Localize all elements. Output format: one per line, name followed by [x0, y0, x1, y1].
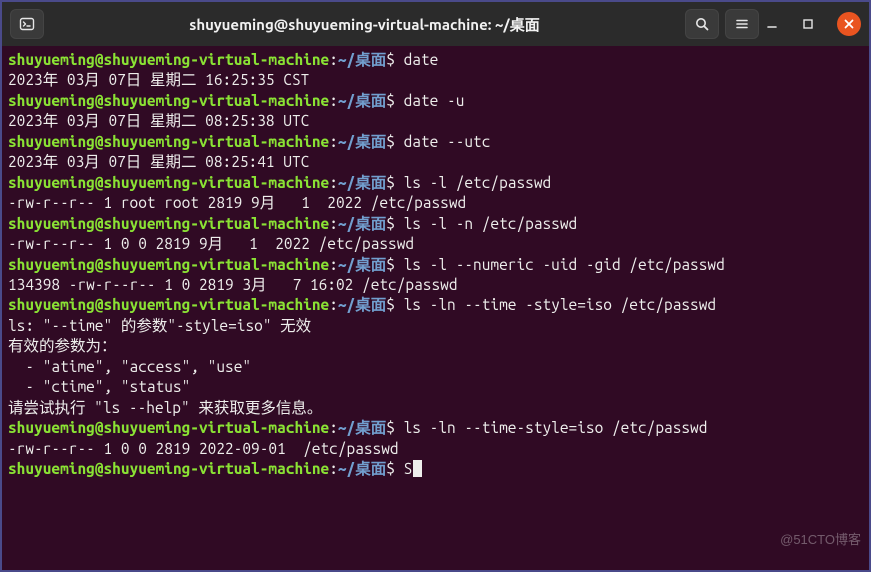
maximize-icon	[801, 17, 815, 31]
prompt-dollar: $	[386, 215, 395, 232]
cursor-block	[413, 460, 422, 477]
prompt-path: ~/桌面	[338, 174, 386, 191]
prompt-path: ~/桌面	[338, 133, 386, 150]
minimize-button[interactable]	[765, 17, 795, 31]
prompt-host: shuyueming-virtual-machine	[104, 51, 330, 68]
error-7e: 请尝试执行 "ls --help" 来获取更多信息。	[8, 399, 322, 416]
prompt-at: @	[95, 51, 104, 68]
watermark-text: @51CTO博客	[780, 531, 861, 548]
prompt-colon: :	[329, 92, 338, 109]
prompt-dollar: $	[386, 460, 395, 477]
command-1: date	[395, 51, 438, 68]
search-icon	[694, 16, 710, 32]
prompt-user: shuyueming	[8, 51, 95, 68]
window-titlebar: shuyueming@shuyueming-virtual-machine: ~…	[2, 2, 869, 46]
command-5: ls -l -n /etc/passwd	[395, 215, 577, 232]
prompt-path: ~/桌面	[338, 460, 386, 477]
new-tab-button[interactable]	[10, 9, 44, 39]
prompt-colon: :	[329, 460, 338, 477]
prompt-dollar: $	[386, 296, 395, 313]
window-title: shuyueming@shuyueming-virtual-machine: ~…	[50, 14, 679, 35]
prompt-colon: :	[329, 51, 338, 68]
prompt-at: @	[95, 256, 104, 273]
prompt-at: @	[95, 419, 104, 436]
error-7b: 有效的参数为：	[8, 337, 117, 354]
terminal-icon	[19, 16, 35, 32]
menu-button[interactable]	[725, 9, 759, 39]
close-icon	[843, 18, 855, 30]
prompt-path: ~/桌面	[338, 51, 386, 68]
prompt-at: @	[95, 92, 104, 109]
prompt-colon: :	[329, 296, 338, 313]
prompt-at: @	[95, 174, 104, 191]
prompt-colon: :	[329, 133, 338, 150]
prompt-at: @	[95, 460, 104, 477]
prompt-path: ~/桌面	[338, 296, 386, 313]
prompt-user: shuyueming	[8, 460, 95, 477]
prompt-colon: :	[329, 256, 338, 273]
command-3: date --utc	[395, 133, 490, 150]
prompt-host: shuyueming-virtual-machine	[104, 460, 330, 477]
terminal-body[interactable]: shuyueming@shuyueming-virtual-machine:~/…	[2, 46, 869, 570]
prompt-user: shuyueming	[8, 256, 95, 273]
output-5: -rw-r--r-- 1 0 0 2819 9月 1 2022 /etc/pas…	[8, 235, 414, 252]
prompt-colon: :	[329, 215, 338, 232]
output-3: 2023年 03月 07日 星期二 08:25:41 UTC	[8, 153, 309, 170]
prompt-dollar: $	[386, 133, 395, 150]
prompt-user: shuyueming	[8, 133, 95, 150]
output-2: 2023年 03月 07日 星期二 08:25:38 UTC	[8, 112, 309, 129]
prompt-colon: :	[329, 419, 338, 436]
error-7d: - "ctime", "status"	[8, 378, 190, 395]
prompt-host: shuyueming-virtual-machine	[104, 133, 330, 150]
output-4: -rw-r--r-- 1 root root 2819 9月 1 2022 /e…	[8, 194, 466, 211]
prompt-dollar: $	[386, 174, 395, 191]
command-8: ls -ln --time-style=iso /etc/passwd	[395, 419, 707, 436]
error-7c: - "atime", "access", "use"	[8, 358, 251, 375]
command-6: ls -l --numeric -uid -gid /etc/passwd	[395, 256, 725, 273]
prompt-user: shuyueming	[8, 92, 95, 109]
command-7: ls -ln --time -style=iso /etc/passwd	[395, 296, 716, 313]
prompt-user: shuyueming	[8, 215, 95, 232]
minimize-icon	[765, 17, 779, 31]
prompt-host: shuyueming-virtual-machine	[104, 174, 330, 191]
prompt-host: shuyueming-virtual-machine	[104, 256, 330, 273]
prompt-path: ~/桌面	[338, 256, 386, 273]
prompt-user: shuyueming	[8, 174, 95, 191]
command-9: S	[395, 460, 412, 477]
prompt-at: @	[95, 215, 104, 232]
prompt-dollar: $	[386, 51, 395, 68]
output-8: -rw-r--r-- 1 0 0 2819 2022-09-01 /etc/pa…	[8, 440, 399, 457]
prompt-dollar: $	[386, 256, 395, 273]
error-7a: ls: "--time" 的参数"-style=iso" 无效	[8, 317, 311, 334]
prompt-user: shuyueming	[8, 419, 95, 436]
prompt-dollar: $	[386, 419, 395, 436]
maximize-button[interactable]	[801, 17, 831, 31]
hamburger-icon	[734, 16, 750, 32]
prompt-path: ~/桌面	[338, 215, 386, 232]
prompt-host: shuyueming-virtual-machine	[104, 215, 330, 232]
prompt-dollar: $	[386, 92, 395, 109]
prompt-host: shuyueming-virtual-machine	[104, 419, 330, 436]
command-2: date -u	[395, 92, 464, 109]
prompt-user: shuyueming	[8, 296, 95, 313]
prompt-path: ~/桌面	[338, 419, 386, 436]
close-button[interactable]	[837, 12, 861, 36]
prompt-path: ~/桌面	[338, 92, 386, 109]
command-4: ls -l /etc/passwd	[395, 174, 551, 191]
prompt-at: @	[95, 296, 104, 313]
prompt-host: shuyueming-virtual-machine	[104, 92, 330, 109]
search-button[interactable]	[685, 9, 719, 39]
output-1: 2023年 03月 07日 星期二 16:25:35 CST	[8, 71, 309, 88]
prompt-host: shuyueming-virtual-machine	[104, 296, 330, 313]
prompt-colon: :	[329, 174, 338, 191]
output-6: 134398 -rw-r--r-- 1 0 2819 3月 7 16:02 /e…	[8, 276, 458, 293]
prompt-at: @	[95, 133, 104, 150]
